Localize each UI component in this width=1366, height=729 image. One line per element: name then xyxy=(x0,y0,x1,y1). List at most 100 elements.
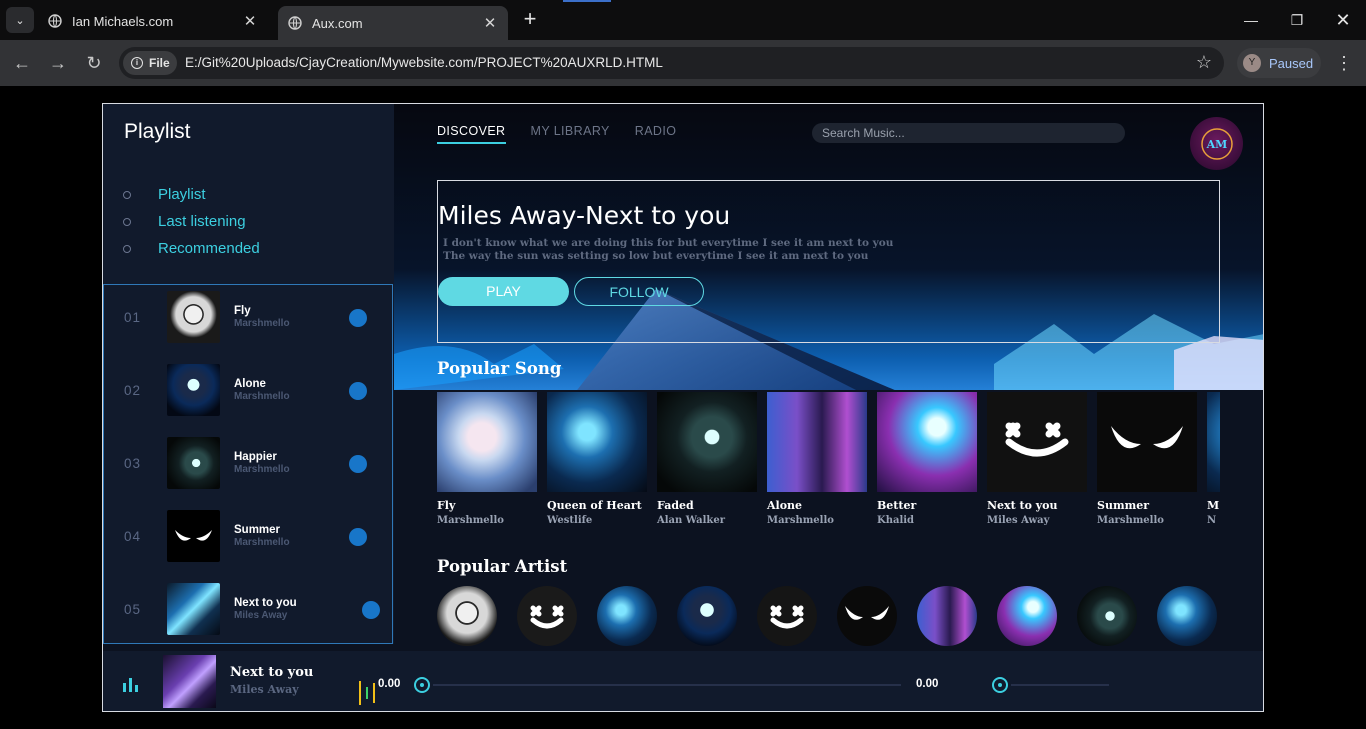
artist-avatar[interactable] xyxy=(997,586,1057,646)
omnibox[interactable]: i File E:/Git%20Uploads/CjayCreation/Myw… xyxy=(119,47,1224,79)
track-play-button[interactable] xyxy=(349,309,367,327)
sidebar-item-last-listening[interactable]: Last listening xyxy=(123,208,260,235)
song-card[interactable]: Faded Alan Walker xyxy=(657,392,757,526)
artist-avatar[interactable] xyxy=(437,586,497,646)
artist-avatar[interactable] xyxy=(757,586,817,646)
artist-avatar[interactable] xyxy=(1157,586,1217,646)
main-content: DISCOVER MY LIBRARY RADIO AM Miles Away-… xyxy=(394,104,1263,646)
tab-close-icon[interactable]: ✕ xyxy=(482,14,498,32)
track-artist: Marshmello xyxy=(234,537,290,548)
playlist-row[interactable]: 02 Alone Marshmello xyxy=(104,358,392,431)
tab-radio[interactable]: RADIO xyxy=(635,124,677,144)
restore-icon[interactable]: ❐ xyxy=(1274,0,1320,40)
logo-mark-icon: AM xyxy=(1200,127,1233,160)
artist-avatar[interactable] xyxy=(517,586,577,646)
featured-lyric-line: I don't know what we are doing this for … xyxy=(443,237,894,249)
artist-avatar[interactable] xyxy=(837,586,897,646)
profile-button[interactable]: Y Paused xyxy=(1237,48,1321,78)
track-artist: Marshmello xyxy=(234,318,290,329)
follow-button[interactable]: FOLLOW xyxy=(574,277,704,306)
popular-artists-row xyxy=(437,586,1220,646)
tab-discover[interactable]: DISCOVER xyxy=(437,124,506,144)
volume-handle[interactable] xyxy=(992,677,1008,693)
track-thumbnail xyxy=(167,291,220,343)
seek-bar[interactable] xyxy=(433,684,901,686)
song-card[interactable]: Queen of Heart Westlife xyxy=(547,392,647,526)
track-play-button[interactable] xyxy=(349,528,367,546)
new-tab-button[interactable]: + xyxy=(518,8,542,32)
more-menu-icon[interactable]: ⋮ xyxy=(1334,53,1354,73)
track-number: 01 xyxy=(124,310,142,325)
track-artist: Miles Away xyxy=(234,610,288,621)
equalizer-icon[interactable] xyxy=(123,678,139,692)
track-play-button[interactable] xyxy=(349,455,367,473)
song-cover xyxy=(657,392,757,492)
now-playing-thumbnail xyxy=(163,655,216,708)
sidebar-title: Playlist xyxy=(124,120,191,143)
artist-avatar[interactable] xyxy=(1077,586,1137,646)
song-name: Better xyxy=(877,499,917,512)
artist-avatar[interactable] xyxy=(917,586,977,646)
brand-logo[interactable]: AM xyxy=(1190,117,1243,170)
browser-tab-2[interactable]: Aux.com ✕ xyxy=(278,6,508,40)
back-arrow-icon[interactable]: ← xyxy=(10,51,34,75)
song-card[interactable]: M N xyxy=(1207,392,1220,526)
volume-bar[interactable] xyxy=(1011,684,1109,686)
artist-avatar[interactable] xyxy=(677,586,737,646)
popular-song-heading: Popular Song xyxy=(437,359,562,378)
featured-description: I don't know what we are doing this for … xyxy=(443,237,893,263)
play-button[interactable]: PLAY xyxy=(438,277,569,306)
globe-icon xyxy=(48,14,62,28)
url-text[interactable]: E:/Git%20Uploads/CjayCreation/Mywebsite.… xyxy=(185,55,663,70)
tab-search-button[interactable]: ⌄ xyxy=(6,7,34,33)
track-thumbnail xyxy=(167,437,220,489)
playlist-row[interactable]: 01 Fly Marshmello xyxy=(104,285,392,358)
search-input[interactable] xyxy=(812,123,1125,143)
playlist-list: 01 Fly Marshmello 02 Alone Marshmello 03… xyxy=(103,284,393,644)
minimize-icon[interactable]: — xyxy=(1228,0,1274,40)
now-playing-artist: Miles Away xyxy=(230,683,299,696)
bookmark-star-icon[interactable]: ☆ xyxy=(1196,52,1212,73)
sidebar-item-recommended[interactable]: Recommended xyxy=(123,235,260,262)
song-cover xyxy=(877,392,977,492)
marshmello-face-icon xyxy=(530,605,564,629)
marshmello-face-icon xyxy=(770,605,804,629)
track-thumbnail xyxy=(167,364,220,416)
tab-my-library[interactable]: MY LIBRARY xyxy=(531,124,610,144)
forward-arrow-icon[interactable]: → xyxy=(46,51,70,75)
song-artist: Khalid xyxy=(877,515,915,526)
song-artist: N xyxy=(1207,515,1217,526)
playlist-row[interactable]: 05 Next to you Miles Away xyxy=(104,577,392,650)
song-artist: Alan Walker xyxy=(657,515,725,526)
song-artist: Miles Away xyxy=(987,515,1050,526)
venom-eyes-icon xyxy=(175,530,212,541)
popular-songs-row: Fly Marshmello Queen of Heart Westlife F… xyxy=(437,392,1220,532)
song-card[interactable]: Alone Marshmello xyxy=(767,392,867,526)
reload-icon[interactable]: ↻ xyxy=(82,51,106,75)
playlist-row[interactable]: 03 Happier Marshmello xyxy=(104,431,392,504)
sidebar-item-label: Last listening xyxy=(158,213,246,230)
loading-indicator xyxy=(563,0,611,2)
song-name: Next to you xyxy=(987,499,1058,512)
site-info-chip[interactable]: i File xyxy=(123,51,177,75)
browser-tab-1[interactable]: Ian Michaels.com ✕ xyxy=(38,6,268,36)
song-card[interactable]: Summer Marshmello xyxy=(1097,392,1197,526)
track-play-button[interactable] xyxy=(362,601,380,619)
playlist-row[interactable]: 04 Summer Marshmello xyxy=(104,504,392,577)
track-number: 03 xyxy=(124,456,142,471)
venom-eyes-icon xyxy=(1111,426,1183,449)
seek-handle[interactable] xyxy=(414,677,430,693)
track-name: Happier xyxy=(234,451,277,463)
song-card[interactable]: Fly Marshmello xyxy=(437,392,537,526)
track-play-button[interactable] xyxy=(349,382,367,400)
song-card[interactable]: Next to you Miles Away xyxy=(987,392,1087,526)
tab-close-icon[interactable]: ✕ xyxy=(242,12,258,30)
site-info-label: File xyxy=(149,56,170,70)
sidebar-item-playlist[interactable]: Playlist xyxy=(123,181,260,208)
song-cover xyxy=(1207,392,1220,492)
song-cover xyxy=(437,392,537,492)
artist-avatar[interactable] xyxy=(597,586,657,646)
song-name: Summer xyxy=(1097,499,1150,512)
song-card[interactable]: Better Khalid xyxy=(877,392,977,526)
close-window-icon[interactable]: ✕ xyxy=(1320,0,1366,40)
